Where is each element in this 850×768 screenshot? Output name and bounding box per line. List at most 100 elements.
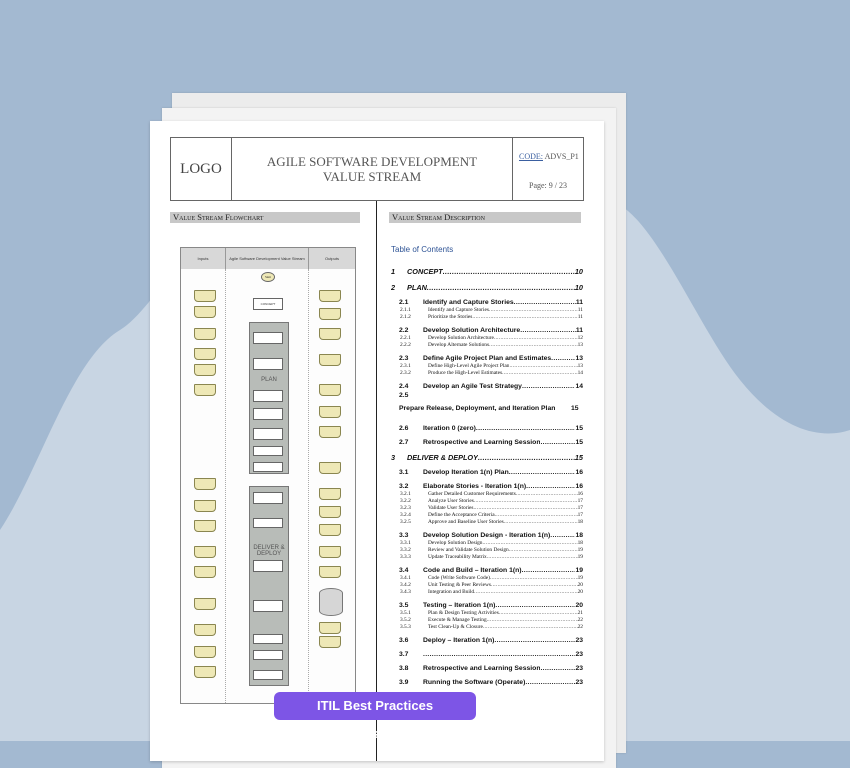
toc-entry-page: 14 xyxy=(575,383,583,390)
title-line-2: VALUE STREAM xyxy=(322,169,422,184)
toc-entry-page: 10 xyxy=(574,283,583,292)
toc-entry[interactable]: 3.9 Running the Software (Operate) 23 xyxy=(391,672,583,686)
toc-entry[interactable]: 1 CONCEPT 10 xyxy=(391,260,583,276)
input-document xyxy=(194,566,216,578)
document-title: AGILE SOFTWARE DEVELOPMENT VALUE STREAM xyxy=(232,138,513,200)
input-document xyxy=(194,290,216,302)
output-document xyxy=(319,426,341,438)
toc-entry[interactable]: 2.1.1Identify and Capture Stories11 xyxy=(391,306,583,313)
toc-entry[interactable]: 2.6 Iteration 0 (zero) 15 xyxy=(391,418,583,432)
toc-entry-number: 3.6 xyxy=(399,637,409,644)
toc-entry[interactable]: 3.2.2Analyze User Stories17 xyxy=(391,497,583,504)
toc-entry-label: Develop an Agile Test Strategy xyxy=(423,383,522,390)
toc-entry[interactable]: 2.2.1Develop Solution Architecture12 xyxy=(391,334,583,341)
toc-entry[interactable]: 3.4.1Code (Write Software Code)19 xyxy=(391,574,583,581)
toc-entry-label: Prepare Release, Deployment, and Iterati… xyxy=(399,405,556,412)
toc-entry[interactable]: 3.2.1 Gather Detailed Customer Requiremen… xyxy=(391,490,583,497)
toc-entry[interactable]: 3.3 Develop Solution Design - Iteration 1… xyxy=(391,525,583,539)
toc-entry-number: 2.2 xyxy=(399,327,409,334)
toc-leader-dots xyxy=(495,602,575,609)
toc-entry[interactable]: 2.3.1 Define High-Level Agile Project Pla… xyxy=(391,362,583,369)
toc-entry-number: 2.3 xyxy=(399,355,409,362)
input-document xyxy=(194,306,216,318)
toc-entry[interactable]: 3.2.3Validate User Stories17 xyxy=(391,504,583,511)
toc-entry[interactable]: 3.6 Deploy – Iteration 1(n) 23 xyxy=(391,630,583,644)
output-document xyxy=(319,406,341,418)
toc-leader-dots xyxy=(478,453,575,462)
toc-entry-number: 3 xyxy=(391,453,396,462)
toc-entry[interactable]: 2.2.2Develop Alternate Solutions13 xyxy=(391,341,583,348)
phase-plan-label: PLAN xyxy=(261,377,277,383)
output-document xyxy=(319,308,341,320)
toc-entry-label: Retrospective and Learning Session xyxy=(423,665,541,672)
toc-entry-label: PLAN xyxy=(407,283,427,292)
flow-step xyxy=(253,390,283,402)
toc-entry[interactable]: 2.3 Define Agile Project Plan and Estimat… xyxy=(391,348,583,362)
flow-step xyxy=(253,446,283,456)
toc-entry-number: 3.2 xyxy=(399,483,409,490)
flow-step xyxy=(253,670,283,680)
toc-leader-dots xyxy=(427,283,575,292)
toc-entry[interactable]: 3.7 23 xyxy=(391,644,583,658)
toc-entry[interactable]: 3.3.1Develop Solution Design18 xyxy=(391,539,583,546)
flow-step xyxy=(253,600,283,612)
toc-entry[interactable]: 2.1 Identify and Capture Stories 11 xyxy=(391,292,583,306)
flow-step xyxy=(253,560,283,572)
itil-badge[interactable]: ITIL Best Practices Encapsulated xyxy=(274,692,476,741)
code-label[interactable]: CODE: xyxy=(519,152,543,161)
toc-entry-page: 16 xyxy=(575,469,583,476)
toc-entry[interactable]: 3.5.3Test Clean-Up & Closure22 xyxy=(391,623,583,630)
section-heading-flowchart: Value Stream Flowchart xyxy=(170,212,360,223)
toc-entry[interactable]: 3.2 Elaborate Stories - Iteration 1(n) 16 xyxy=(391,476,583,490)
flow-step xyxy=(253,518,283,528)
toc-entry[interactable]: 2.2 Develop Solution Architecture 11 xyxy=(391,320,583,334)
toc-entry-number: 2.6 xyxy=(399,425,409,432)
toc-entry[interactable]: 2.5 Prepare Release, Deployment, and Iter… xyxy=(391,390,583,418)
title-line-1: AGILE SOFTWARE DEVELOPMENT xyxy=(266,154,478,169)
toc-entry[interactable]: 3.2.4Define the Acceptance Criteria17 xyxy=(391,511,583,518)
toc-entry[interactable]: 3.1 Develop Iteration 1(n) Plan 16 xyxy=(391,462,583,476)
toc-entry[interactable]: 2.7 Retrospective and Learning Session 15 xyxy=(391,432,583,446)
toc-leader-dots xyxy=(540,665,575,672)
input-document xyxy=(194,546,216,558)
toc-entry[interactable]: 3.5.2Execute & Manage Testing22 xyxy=(391,616,583,623)
toc-entry-label: CONCEPT xyxy=(407,267,443,276)
toc-leader-dots xyxy=(423,651,575,658)
toc-entry[interactable]: 3.3.2 Review and Validate Solution Design… xyxy=(391,546,583,553)
toc-entry-label: Code and Build – Iteration 1(n) xyxy=(423,567,522,574)
toc-entry[interactable]: 3 DELIVER & DEPLOY 15 xyxy=(391,446,583,462)
toc-entry[interactable]: 3.5 Testing – Iteration 1(n) 20 xyxy=(391,595,583,609)
flow-step xyxy=(253,408,283,420)
toc-entry-page: 15 xyxy=(575,425,583,432)
toc-entry-number: 3.7 xyxy=(399,651,409,658)
output-document xyxy=(319,384,341,396)
toc-entry[interactable]: 3.5.1Plan & Design Testing Activities21 xyxy=(391,609,583,616)
toc-leader-dots xyxy=(494,637,575,644)
output-document xyxy=(319,566,341,578)
toc-entry[interactable]: 3.3.3Update Traceability Matrix19 xyxy=(391,553,583,560)
input-document xyxy=(194,598,216,610)
toc-leader-dots xyxy=(509,469,576,476)
toc-entry-label: Develop Solution Design - Iteration 1(n) xyxy=(423,532,551,539)
toc-entry-label: Define Agile Project Plan and Estimates xyxy=(423,355,552,362)
toc-entry-page: 15 xyxy=(571,405,579,412)
input-document xyxy=(194,348,216,360)
toc-entry-label: Deploy – Iteration 1(n) xyxy=(423,637,495,644)
toc-entry[interactable]: 2.1.2Prioritize the Stories11 xyxy=(391,313,583,320)
input-document xyxy=(194,624,216,636)
toc-entry[interactable]: 3.4.3Integration and Build20 xyxy=(391,588,583,595)
toc-leader-dots xyxy=(550,532,575,539)
toc-entry[interactable]: 3.4 Code and Build – Iteration 1(n) 19 xyxy=(391,560,583,574)
toc-entry[interactable]: 2 PLAN 10 xyxy=(391,276,583,292)
toc-entry[interactable]: 2.3.2Produce the High-Level Estimates14 xyxy=(391,369,583,376)
phase-deliver-label: DELIVER & DEPLOY xyxy=(253,545,285,557)
toc-entry[interactable]: 3.2.5Approve and Baseline User Stories18 xyxy=(391,518,583,525)
toc-entry-page: 11 xyxy=(575,299,583,306)
toc-entry-number: 2.5 xyxy=(399,392,409,399)
toc-entry[interactable]: 2.4 Develop an Agile Test Strategy 14 xyxy=(391,376,583,390)
toc-leader-dots xyxy=(525,679,575,686)
toc-entry[interactable]: 3.4.2Unit Testing & Peer Reviews20 xyxy=(391,581,583,588)
input-document xyxy=(194,500,216,512)
output-document xyxy=(319,524,341,536)
toc-entry[interactable]: 3.8 Retrospective and Learning Session 23 xyxy=(391,658,583,672)
